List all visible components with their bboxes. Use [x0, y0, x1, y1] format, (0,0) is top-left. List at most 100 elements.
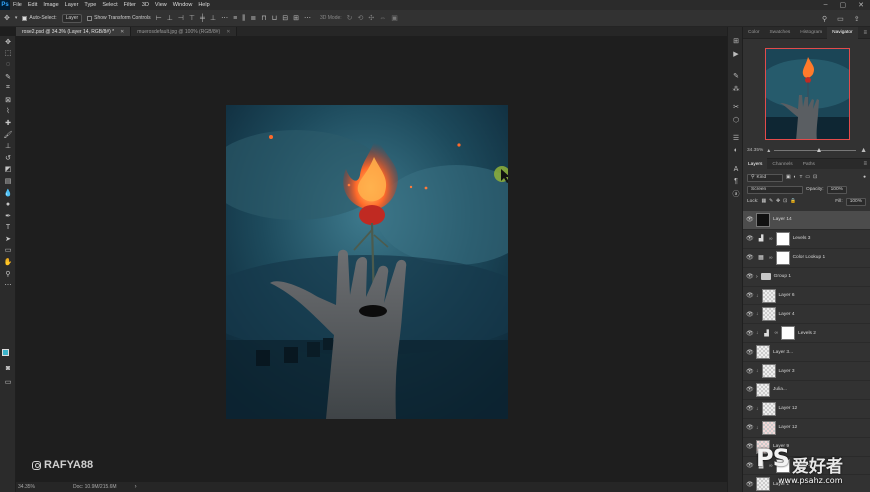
- menu-image[interactable]: Image: [40, 2, 61, 8]
- eye-icon[interactable]: 👁: [746, 462, 754, 469]
- lock-all-icon[interactable]: 🔒: [790, 199, 796, 204]
- eye-icon[interactable]: 👁: [746, 349, 754, 356]
- lock-pixels-icon[interactable]: ▦: [761, 199, 766, 204]
- 3d-scale-icon[interactable]: ▣: [391, 15, 398, 22]
- foreground-color-swatch[interactable]: [2, 349, 9, 356]
- more-tools-icon[interactable]: ⋯: [0, 279, 16, 291]
- align-bottom-icon[interactable]: ⊥: [210, 15, 216, 22]
- blur-tool-icon[interactable]: 💧: [0, 187, 16, 199]
- more-options-icon[interactable]: ⋯: [221, 15, 228, 22]
- character-panel-icon[interactable]: A: [728, 163, 744, 176]
- tab-swatches[interactable]: Swatches: [764, 30, 795, 35]
- workspace-icon[interactable]: ▭: [837, 15, 844, 23]
- document-artwork[interactable]: [226, 105, 508, 419]
- filter-shape-icon[interactable]: ▭: [805, 175, 810, 180]
- layer-row[interactable]: 👁 Julia...: [743, 381, 870, 400]
- zoom-slider-knob[interactable]: [816, 147, 821, 152]
- dodge-tool-icon[interactable]: ●: [0, 198, 16, 210]
- layer-name[interactable]: Group 1: [774, 274, 791, 279]
- layer-name[interactable]: Julia...: [773, 387, 787, 392]
- layer-row[interactable]: 👁 ▦ ∞ Color Lookup 1: [743, 249, 870, 268]
- eye-icon[interactable]: 👁: [746, 330, 754, 337]
- tab-paths[interactable]: Paths: [798, 162, 820, 167]
- align-left-icon[interactable]: ⊢: [156, 15, 162, 22]
- 3d-pan-icon[interactable]: ✣: [368, 15, 374, 22]
- tab-close-icon[interactable]: ✕: [226, 29, 230, 35]
- zoom-in-icon[interactable]: ▲: [860, 147, 867, 154]
- eraser-tool-icon[interactable]: ◩: [0, 164, 16, 176]
- menu-layer[interactable]: Layer: [62, 2, 82, 8]
- maximize-icon[interactable]: ▢: [840, 1, 847, 9]
- tab-muerosdefault[interactable]: muerosdefault.jpg @ 100% (RGB/8#) ✕: [131, 27, 238, 36]
- menu-view[interactable]: View: [152, 2, 170, 8]
- status-arrow-icon[interactable]: ›: [135, 484, 137, 490]
- hand-tool-icon[interactable]: ✋: [0, 256, 16, 268]
- chevron-down-icon[interactable]: ▾: [15, 15, 18, 21]
- tab-layers[interactable]: Layers: [743, 158, 768, 170]
- lock-position-icon[interactable]: ✥: [776, 199, 780, 204]
- layer-name[interactable]: Layer 14: [773, 217, 792, 222]
- 3d-roll-icon[interactable]: ⟲: [358, 15, 364, 22]
- more-icon[interactable]: ⋯: [304, 15, 311, 22]
- layer-name[interactable]: Levels 2: [798, 331, 816, 336]
- chevron-right-icon[interactable]: ›: [756, 274, 758, 280]
- quick-select-tool-icon[interactable]: ✎: [0, 71, 16, 83]
- layer-row[interactable]: 👁 ↓ Layer 6: [743, 287, 870, 306]
- filter-type-icon[interactable]: T: [799, 175, 802, 180]
- eye-icon[interactable]: 👁: [746, 292, 754, 299]
- layer-row[interactable]: 👁 ↓ Layer 3: [743, 362, 870, 382]
- layer-row[interactable]: 👁 ↓ Layer 12: [743, 400, 870, 419]
- eye-icon[interactable]: 👁: [746, 368, 754, 375]
- move-tool-icon[interactable]: ✥: [4, 15, 10, 22]
- 3d-rotate-icon[interactable]: ↻: [347, 15, 353, 22]
- filter-toggle-icon[interactable]: ●: [863, 175, 866, 180]
- glyphs-panel-icon[interactable]: ⓐ: [728, 188, 744, 201]
- distribute-icon[interactable]: ≡: [233, 15, 237, 22]
- layer-name[interactable]: Layer 6: [779, 293, 795, 298]
- eye-icon[interactable]: 👁: [746, 216, 754, 223]
- eye-icon[interactable]: 👁: [746, 273, 754, 280]
- menu-3d[interactable]: 3D: [139, 2, 152, 8]
- layer-name[interactable]: Levels 3: [793, 236, 811, 241]
- brush-tool-icon[interactable]: 🖌: [0, 129, 16, 141]
- layer-filter-kind[interactable]: ⚲ Kind: [747, 173, 783, 182]
- close-icon[interactable]: ✕: [858, 1, 864, 9]
- eye-icon[interactable]: 👁: [746, 311, 754, 318]
- filter-smart-icon[interactable]: ⊡: [813, 175, 817, 180]
- align-right-icon[interactable]: ⊣: [178, 15, 184, 22]
- zoom-tool-icon[interactable]: ⚲: [0, 268, 16, 280]
- filter-pixel-icon[interactable]: ▣: [786, 175, 791, 180]
- pen-tool-icon[interactable]: ✒: [0, 210, 16, 222]
- align-top-icon[interactable]: ⊤: [189, 15, 195, 22]
- properties-panel-icon[interactable]: ☰: [728, 132, 744, 145]
- auto-select-checkbox[interactable]: [22, 15, 28, 21]
- 3d-slide-icon[interactable]: ⇔: [379, 15, 386, 22]
- blend-mode-dropdown[interactable]: Screen: [747, 185, 803, 194]
- layer-name[interactable]: Layer 12: [779, 425, 798, 430]
- filter-adjust-icon[interactable]: ◐: [794, 175, 797, 180]
- actions-panel-icon[interactable]: ▶: [728, 48, 744, 61]
- marquee-tool-icon[interactable]: ⬚: [0, 48, 16, 60]
- lock-paint-icon[interactable]: ✎: [769, 199, 773, 204]
- tab-close-icon[interactable]: ✕: [120, 29, 124, 35]
- status-zoom[interactable]: 34.35%: [18, 484, 35, 490]
- path-select-icon[interactable]: ➤: [0, 233, 16, 245]
- panel-menu-icon[interactable]: ≡: [863, 30, 870, 36]
- search-icon[interactable]: ⚲: [822, 15, 827, 23]
- eye-icon[interactable]: 👁: [746, 235, 754, 242]
- distribute-center-icon[interactable]: ⊟: [282, 15, 288, 22]
- distribute-v-icon[interactable]: ≣: [250, 15, 256, 22]
- stamp-tool-icon[interactable]: ⊥: [0, 140, 16, 152]
- history-panel-icon[interactable]: ⊞: [728, 35, 744, 48]
- type-tool-icon[interactable]: T: [0, 222, 16, 234]
- eye-icon[interactable]: 👁: [746, 443, 754, 450]
- menu-file[interactable]: File: [10, 2, 25, 8]
- move-tool-icon[interactable]: ✥: [0, 36, 16, 48]
- paragraph-panel-icon[interactable]: ¶: [728, 176, 744, 189]
- eye-icon[interactable]: 👁: [746, 481, 754, 488]
- layer-name[interactable]: Color Lookup 1: [793, 255, 826, 260]
- fill-field[interactable]: 100%: [845, 197, 866, 206]
- brushes-panel-icon[interactable]: ⁂: [728, 83, 744, 96]
- tab-histogram[interactable]: Histogram: [795, 30, 827, 35]
- menu-select[interactable]: Select: [99, 2, 120, 8]
